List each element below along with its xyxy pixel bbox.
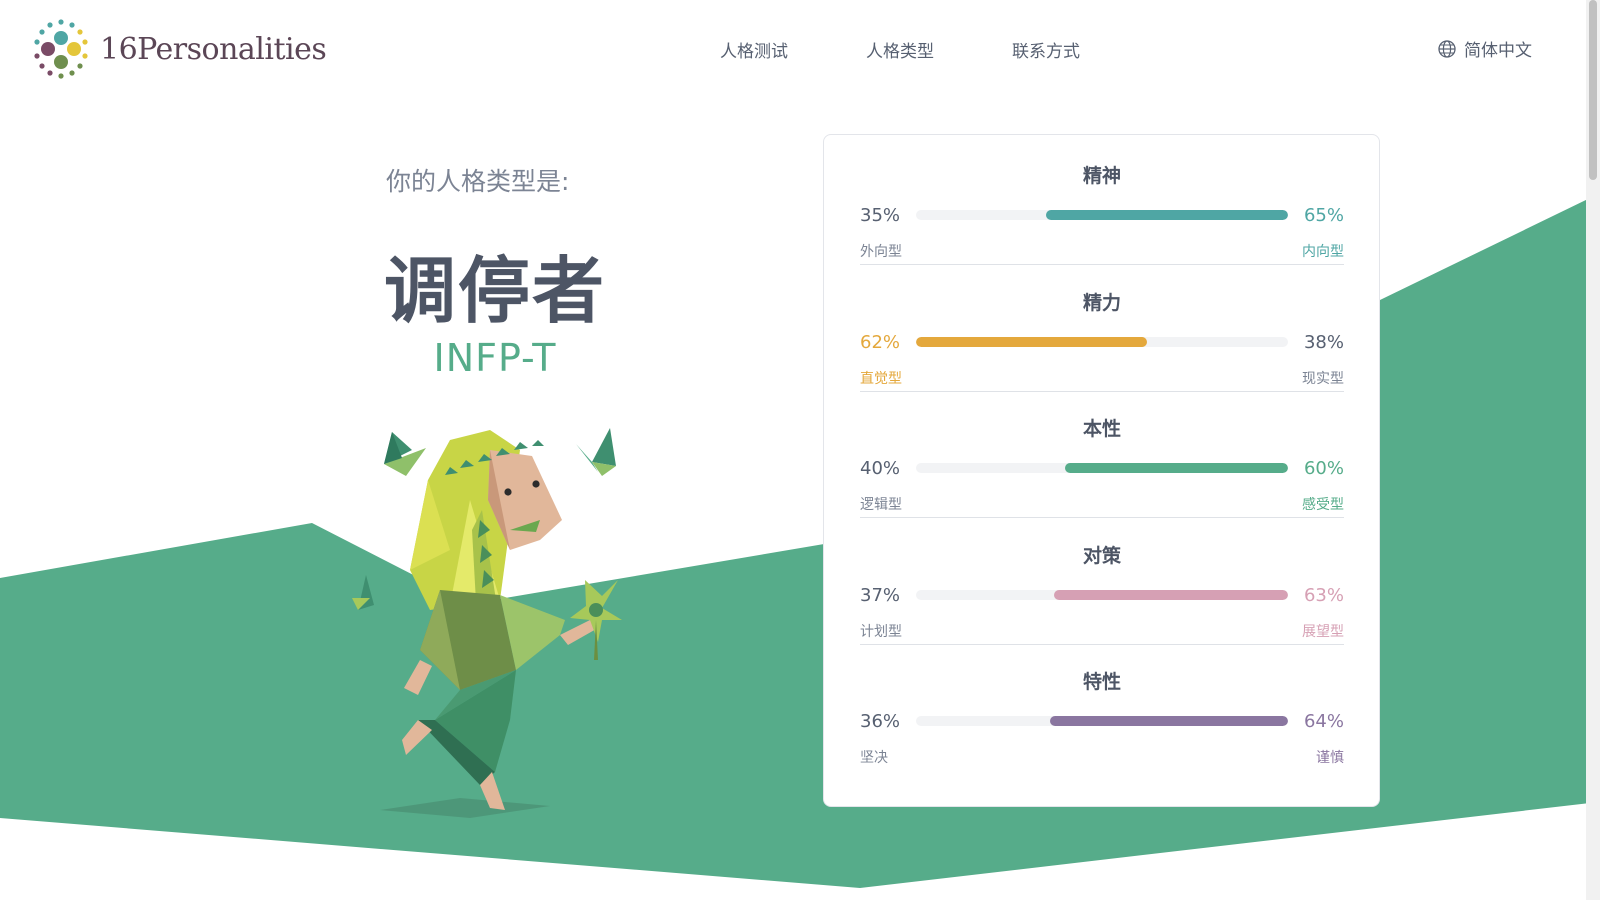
trait-bar-track	[916, 463, 1288, 473]
personality-type-code: INFP-T	[433, 336, 557, 380]
trait-left-label: 外向型	[860, 244, 902, 260]
personality-type-name: 调停者	[383, 249, 606, 333]
trait-title: 对策	[1082, 545, 1121, 567]
trait-right-percent: 60%	[1303, 458, 1344, 479]
trait-left-percent: 40%	[860, 458, 901, 479]
trait-title: 精力	[1082, 292, 1121, 314]
trait-right-label: 谨慎	[1316, 750, 1344, 766]
trait-bar-track	[916, 590, 1288, 600]
header: 16Personalities 人格测试 人格类型 联系方式 简体中文	[0, 0, 1600, 100]
trait-row[interactable]: 本性 40% 60% 逻辑型 感受型	[860, 388, 1344, 518]
trait-row[interactable]: 特性 36% 64% 坚决 谨慎	[860, 641, 1344, 769]
trait-bar-fill	[916, 337, 1147, 347]
trait-title: 本性	[1082, 418, 1121, 440]
scrollbar-thumb[interactable]	[1589, 0, 1597, 180]
trait-left-percent: 62%	[860, 332, 901, 353]
trait-right-percent: 38%	[1303, 332, 1344, 353]
trait-left-percent: 37%	[860, 585, 901, 606]
dotted-circle-logo-icon	[34, 19, 88, 79]
globe-icon	[1438, 39, 1456, 58]
page-scrollbar[interactable]	[1586, 0, 1600, 900]
trait-right-label: 现实型	[1302, 371, 1344, 387]
trait-title: 精神	[1082, 165, 1121, 187]
nav-personality-test[interactable]: 人格测试	[720, 37, 788, 62]
trait-bar-fill	[1065, 463, 1288, 473]
trait-right-percent: 64%	[1303, 711, 1344, 732]
trait-right-percent: 65%	[1303, 205, 1344, 226]
language-selector[interactable]: 简体中文	[1438, 36, 1532, 61]
trait-right-percent: 63%	[1303, 585, 1344, 606]
trait-bar-track	[916, 337, 1288, 347]
trait-bar-track	[916, 210, 1288, 220]
trait-left-label: 逻辑型	[860, 497, 902, 513]
trait-right-label: 展望型	[1302, 624, 1344, 640]
trait-right-label: 感受型	[1302, 497, 1344, 513]
trait-left-percent: 35%	[860, 205, 901, 226]
result-intro: 你的人格类型是:	[386, 167, 570, 196]
logo[interactable]: 16Personalities	[28, 16, 327, 82]
trait-bar-fill	[1050, 716, 1288, 726]
language-label: 简体中文	[1464, 41, 1532, 61]
logo-text: 16Personalities	[100, 31, 327, 67]
nav-personality-types[interactable]: 人格类型	[866, 37, 934, 62]
trait-left-percent: 36%	[860, 711, 901, 732]
trait-row[interactable]: 精力 62% 38% 直觉型 现实型	[860, 262, 1344, 392]
trait-bar-fill	[1046, 210, 1288, 220]
trait-left-label: 直觉型	[860, 371, 902, 387]
main-nav: 人格测试 人格类型 联系方式	[720, 37, 1080, 62]
trait-title: 特性	[1082, 671, 1121, 693]
trait-row[interactable]: 对策 37% 63% 计划型 展望型	[860, 515, 1344, 645]
trait-results-card: 精神 35% 65% 外向型 内向型精力 62% 38% 直觉型 现实型本性 40% 60% 逻辑型 感…	[823, 134, 1380, 807]
trait-bar-fill	[1054, 590, 1288, 600]
nav-contact[interactable]: 联系方式	[1012, 37, 1080, 62]
mediator-character-illustration	[352, 428, 622, 818]
trait-right-label: 内向型	[1302, 244, 1344, 260]
trait-bar-track	[916, 716, 1288, 726]
trait-row[interactable]: 精神 35% 65% 外向型 内向型	[860, 135, 1344, 265]
trait-left-label: 坚决	[860, 750, 888, 766]
trait-left-label: 计划型	[860, 624, 902, 640]
